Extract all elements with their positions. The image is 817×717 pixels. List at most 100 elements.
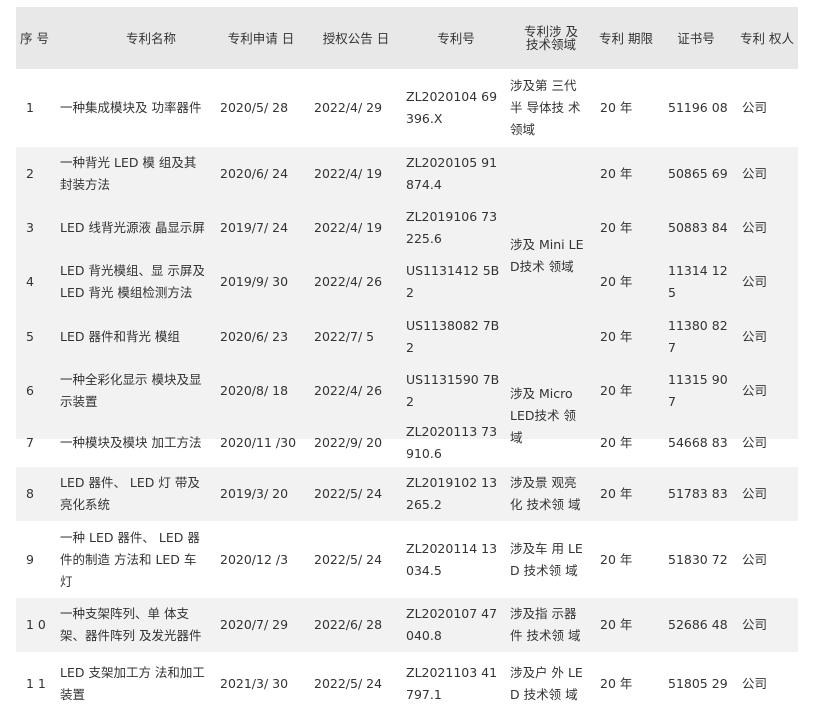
cell-owner: 公司 bbox=[742, 100, 768, 115]
header-apply-date: 专利申请 日 bbox=[227, 30, 295, 46]
cell-grant-date: 2022/4/ 19 bbox=[314, 220, 383, 235]
cell-no: 1 1 bbox=[26, 676, 46, 691]
cell-cert-no: 52686 48 bbox=[668, 617, 728, 632]
cell-term: 20 年 bbox=[600, 328, 633, 344]
cell-apply-date: 2020/6/ 23 bbox=[220, 328, 289, 344]
cell-apply-date: 2020/8/ 18 bbox=[220, 383, 289, 398]
cell-grant-date: 2022/6/ 28 bbox=[314, 617, 383, 632]
header-cert-no: 证书号 bbox=[677, 30, 715, 46]
cell-name: 一种集成模块及 功率器件 bbox=[60, 100, 202, 115]
table-header: 序 号 专利名称 专利申请 日 授权公告 日 专利号 专利涉 及技术领域 专利 … bbox=[16, 7, 798, 69]
cell-no: 9 bbox=[26, 551, 34, 567]
cell-term: 20 年 bbox=[600, 274, 633, 289]
cell-term: 20 年 bbox=[600, 434, 633, 450]
cell-name: 一种全彩化显示 模块及显 示装置 bbox=[60, 372, 202, 409]
header-grant-date: 授权公告 日 bbox=[322, 30, 390, 46]
cell-name: LED 器件、 LED 灯 带及 亮化系统 bbox=[60, 475, 200, 512]
cell-name: LED 背光模组、显 示屏及 LED 背光 模组检测方法 bbox=[60, 263, 205, 300]
cell-apply-date: 2020/7/ 29 bbox=[220, 617, 289, 632]
cell-apply-date: 2019/9/ 30 bbox=[220, 274, 289, 289]
cell-name: 一种模块及模块 加工方法 bbox=[60, 434, 202, 450]
field-cell: 涉及 Micro LED技术 领 域 bbox=[510, 385, 576, 445]
cell-no: 1 bbox=[26, 100, 34, 115]
cell-term: 20 年 bbox=[600, 551, 633, 567]
cell-patent-no: ZL2020107 47 040.8 bbox=[406, 606, 498, 643]
cell-no: 6 bbox=[26, 383, 34, 398]
cell-owner: 公司 bbox=[742, 328, 768, 344]
cell-apply-date: 2021/3/ 30 bbox=[220, 676, 289, 691]
cell-cert-no: 54668 83 bbox=[668, 434, 728, 450]
table-row: 6 一种全彩化显示 模块及显 示装置 2020/8/ 18 2022/4/ 26 US1… bbox=[16, 364, 798, 418]
cell-term: 20 年 bbox=[600, 617, 633, 632]
cell-owner: 公司 bbox=[742, 617, 768, 632]
cell-term: 20 年 bbox=[600, 166, 633, 181]
cell-grant-date: 2022/4/ 26 bbox=[314, 274, 383, 289]
cell-no: 7 bbox=[26, 434, 34, 450]
cell-owner: 公司 bbox=[742, 676, 768, 691]
cell-apply-date: 2020/5/ 28 bbox=[220, 100, 289, 115]
cell-cert-no: 51783 83 bbox=[668, 486, 728, 501]
field-cell: 涉及景 观亮 化 技术领 域 bbox=[510, 475, 581, 512]
table-row: 1 1 LED 支架加工方 法和加工 装置 2021/3/ 30 2022/5/ 24… bbox=[16, 652, 798, 716]
table-row: 4 LED 背光模组、显 示屏及 LED 背光 模组检测方法 2019/9/ 30 2… bbox=[16, 255, 798, 309]
header-owner: 专利 权人 bbox=[740, 30, 794, 46]
cell-term: 20 年 bbox=[600, 676, 633, 691]
cell-cert-no: 51196 08 bbox=[668, 100, 728, 115]
cell-owner: 公司 bbox=[742, 434, 768, 450]
cell-patent-no: US1138082 7B 2 bbox=[406, 317, 500, 355]
cell-patent-no: US1131590 7B 2 bbox=[406, 372, 500, 409]
cell-owner: 公司 bbox=[742, 551, 768, 567]
field-cell: 涉及第 三代 半 导体技 术 领域 bbox=[510, 78, 581, 137]
table-row: 3 LED 线背光源液 晶显示屏 2019/7/ 24 2022/4/ 19 ZL201… bbox=[16, 201, 798, 255]
table-row: 5 LED 器件和背光 模组 2020/6/ 23 2022/7/ 5 US113808… bbox=[16, 309, 798, 364]
cell-patent-no: ZL2020104 69 396.X bbox=[406, 89, 498, 126]
table-row: 1 一种集成模块及 功率器件 2020/5/ 28 2022/4/ 29 ZL20201… bbox=[16, 69, 798, 147]
cell-term: 20 年 bbox=[600, 100, 633, 115]
cell-patent-no: ZL2020105 91 874.4 bbox=[406, 155, 498, 192]
cell-cert-no: 50865 69 bbox=[668, 166, 728, 181]
cell-grant-date: 2022/4/ 19 bbox=[314, 166, 383, 181]
table-row: 7 一种模块及模块 加工方法 2020/11 /30 2022/9/ 20 ZL2020… bbox=[16, 418, 798, 467]
cell-name: 一种背光 LED 模 组及其 封装方法 bbox=[60, 155, 197, 192]
cell-cert-no: 11314 12 5 bbox=[668, 263, 728, 300]
cell-no: 3 bbox=[26, 220, 34, 235]
cell-name: LED 线背光源液 晶显示屏 bbox=[60, 220, 205, 235]
cell-owner: 公司 bbox=[742, 383, 768, 398]
header-no: 序 号 bbox=[20, 30, 49, 46]
table-row: 9 一种 LED 器件、 LED 器 件的制造 方法和 LED 车 灯 2020/1… bbox=[16, 521, 798, 598]
cell-cert-no: 11315 90 7 bbox=[668, 372, 728, 409]
cell-term: 20 年 bbox=[600, 486, 633, 501]
field-cell: 涉及 Mini LE D技术 领域 bbox=[510, 236, 584, 274]
cell-patent-no: ZL2021103 41 797.1 bbox=[406, 665, 498, 702]
cell-cert-no: 51830 72 bbox=[668, 551, 728, 567]
cell-name: 一种 LED 器件、 LED 器 件的制造 方法和 LED 车 灯 bbox=[60, 529, 200, 589]
cell-cert-no: 11380 82 7 bbox=[668, 317, 728, 355]
header-field: 专利涉 及技术领域 bbox=[524, 24, 578, 52]
cell-grant-date: 2022/4/ 29 bbox=[314, 100, 383, 115]
cell-apply-date: 2020/6/ 24 bbox=[220, 166, 289, 181]
cell-no: 8 bbox=[26, 486, 34, 501]
cell-patent-no: ZL2019102 13 265.2 bbox=[406, 475, 498, 512]
cell-no: 4 bbox=[26, 274, 34, 289]
cell-patent-no: US1131412 5B 2 bbox=[406, 263, 500, 300]
cell-patent-no: ZL2020113 73 910.6 bbox=[406, 423, 498, 461]
cell-name: LED 支架加工方 法和加工 装置 bbox=[60, 665, 205, 702]
cell-patent-no: ZL2019106 73 225.6 bbox=[406, 209, 498, 246]
cell-cert-no: 50883 84 bbox=[668, 220, 728, 235]
cell-apply-date: 2019/7/ 24 bbox=[220, 220, 289, 235]
cell-apply-date: 2020/12 /3 bbox=[220, 551, 289, 567]
cell-name: LED 器件和背光 模组 bbox=[60, 328, 180, 344]
cell-term: 20 年 bbox=[600, 383, 633, 398]
cell-apply-date: 2020/11 /30 bbox=[220, 434, 297, 450]
cell-apply-date: 2019/3/ 20 bbox=[220, 486, 289, 501]
cell-term: 20 年 bbox=[600, 220, 633, 235]
cell-no: 5 bbox=[26, 328, 34, 344]
table-row: 1 0 一种支架阵列、单 体支 架、器件阵列 及发光器件 2020/7/ 29 202… bbox=[16, 598, 798, 652]
cell-owner: 公司 bbox=[742, 166, 768, 181]
cell-grant-date: 2022/7/ 5 bbox=[314, 328, 375, 344]
field-cell: 涉及户 外 LE D 技术领 域 bbox=[510, 665, 583, 702]
cell-cert-no: 51805 29 bbox=[668, 676, 728, 691]
field-cell: 涉及指 示器 件 技术领 域 bbox=[510, 606, 581, 643]
field-cell: 涉及车 用 LE D 技术领 域 bbox=[510, 540, 583, 578]
cell-grant-date: 2022/5/ 24 bbox=[314, 486, 383, 501]
